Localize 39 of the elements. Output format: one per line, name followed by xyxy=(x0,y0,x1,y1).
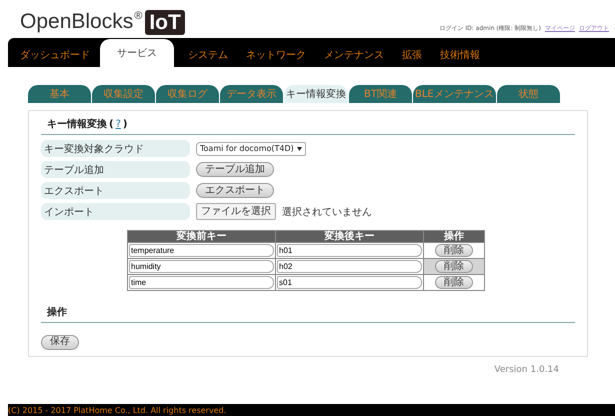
dropdown-arrow-icon xyxy=(296,146,302,150)
nav-tab[interactable]: サービス xyxy=(100,39,174,67)
copyright-text: (C) 2015 - 2017 PlatHome Co., Ltd. All rights reserved. xyxy=(8,406,226,414)
key-input[interactable]: s01 xyxy=(277,276,422,289)
setting-label: インポート xyxy=(41,203,190,220)
help-link[interactable]: ? xyxy=(116,119,121,131)
section-title: キー情報変換 xyxy=(47,119,107,131)
version-text: Version 1.0.14 xyxy=(494,364,559,376)
sub-tab[interactable]: キー情報変換 xyxy=(284,85,348,103)
setting-label: テーブル追加 xyxy=(41,161,190,178)
save-button[interactable]: 保存 xyxy=(41,334,79,350)
file-choose-button[interactable]: ファイルを選択 xyxy=(196,203,276,220)
nav-tab[interactable]: ダッシュボード xyxy=(12,43,98,67)
setting-label: エクスポート xyxy=(41,182,190,199)
section-title: 操作 xyxy=(47,307,67,319)
key-input[interactable]: h02 xyxy=(277,260,422,273)
key-input[interactable]: humidity xyxy=(129,260,274,273)
column-header: 変換前キー xyxy=(128,230,276,242)
file-status: 選択されていません xyxy=(282,206,372,218)
logo: OpenBlocks® IoT xyxy=(20,10,185,35)
nav-tab[interactable]: システム xyxy=(180,43,236,67)
column-header: 変換後キー xyxy=(276,230,424,242)
setting-label: キー変換対象クラウド xyxy=(41,140,190,157)
key-input[interactable]: time xyxy=(129,276,274,289)
delete-button[interactable]: 削除 xyxy=(435,244,473,257)
nav-tab[interactable]: 拡張 xyxy=(394,43,430,67)
key-input[interactable]: h01 xyxy=(277,244,422,257)
delete-button[interactable]: 削除 xyxy=(435,260,473,273)
nav-tab[interactable]: メンテナンス xyxy=(316,43,392,67)
help-bracket: ( xyxy=(109,119,114,131)
cloud-select[interactable]: Toami for docomo(T4D) xyxy=(196,142,306,156)
column-header: 操作 xyxy=(424,230,484,242)
delete-button[interactable]: 削除 xyxy=(435,276,473,289)
action-button[interactable]: テーブル追加 xyxy=(196,162,274,177)
nav-tab[interactable]: 技術情報 xyxy=(432,43,488,67)
action-button[interactable]: エクスポート xyxy=(196,183,274,198)
key-input[interactable]: temperature xyxy=(129,244,274,257)
help-bracket: ) xyxy=(122,119,128,131)
nav-tab[interactable]: ネットワーク xyxy=(238,43,314,67)
